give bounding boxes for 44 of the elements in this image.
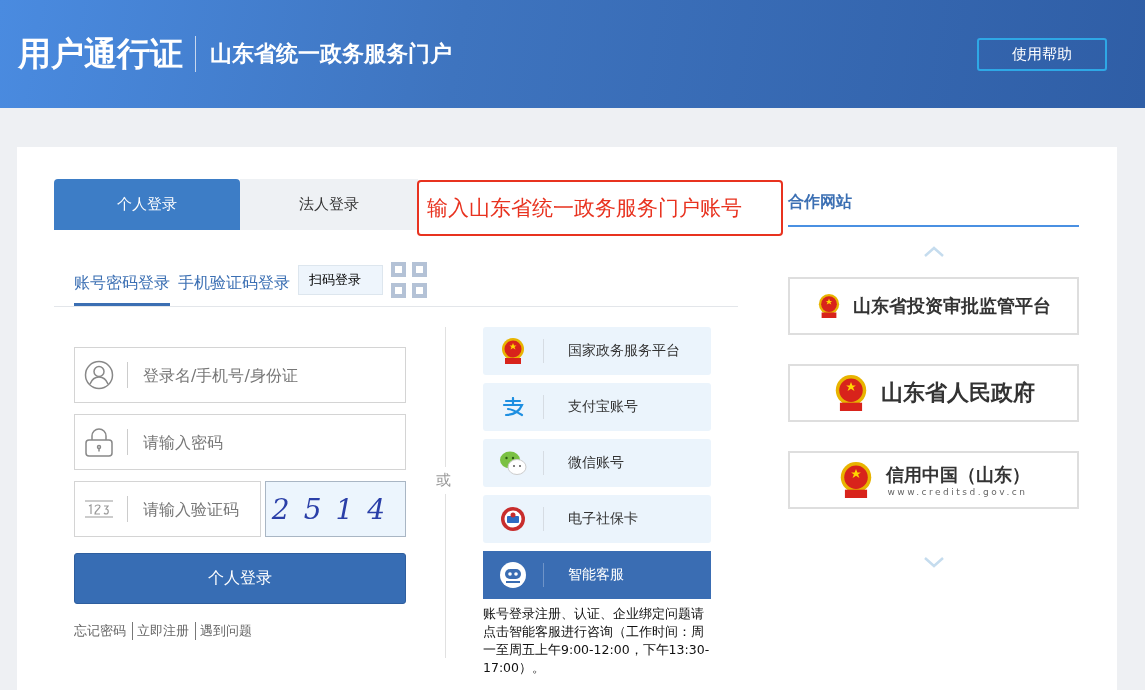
partner-site-link[interactable]: 信用中国（山东） www.creditsd.gov.cn	[788, 451, 1079, 509]
partner-name: 山东省投资审批监管平台	[852, 294, 1051, 318]
emblem-icon	[816, 292, 841, 320]
partner-site-link[interactable]: 山东省人民政府	[788, 364, 1079, 422]
text-link[interactable]: 立即注册	[132, 622, 189, 640]
chevron-up-icon[interactable]	[923, 246, 944, 257]
user-icon	[84, 360, 114, 390]
method-tab[interactable]: 账号密码登录	[74, 264, 170, 306]
number-code-icon	[84, 498, 114, 520]
qr-code-icon[interactable]	[391, 262, 427, 298]
chevron-down-icon[interactable]	[923, 557, 944, 568]
wechat-icon	[499, 450, 527, 476]
lock-icon	[84, 427, 114, 457]
input-field[interactable]: 登录名/手机号/身份证	[74, 347, 406, 403]
login-button[interactable]: 个人登录	[74, 553, 406, 604]
third-party-login-button[interactable]: 电子社保卡	[483, 495, 711, 543]
header-subtitle: 山东省统一政务服务门户	[210, 40, 452, 68]
or-label: 或	[436, 467, 451, 494]
third-party-login-button[interactable]: 支付宝账号	[483, 383, 711, 431]
third-party-login-button[interactable]: 国家政务服务平台	[483, 327, 711, 375]
help-button[interactable]: 使用帮助	[977, 37, 1107, 71]
partner-name: 信用中国（山东）	[885, 463, 1030, 487]
header-title: 用户通行证	[18, 36, 196, 72]
input-field[interactable]: 请输入密码	[74, 414, 406, 470]
partner-name: 山东省人民政府	[880, 379, 1035, 407]
third-party-login-button[interactable]: 智能客服	[483, 551, 711, 599]
qr-login-button[interactable]: 扫码登录	[298, 265, 383, 295]
partners-heading: 合作网站	[788, 191, 852, 213]
partner-site-link[interactable]: 山东省投资审批监管平台	[788, 277, 1079, 335]
robot-icon	[499, 561, 527, 589]
social-card-icon	[500, 506, 526, 532]
third-party-login-button[interactable]: 微信账号	[483, 439, 711, 487]
text-link[interactable]: 遇到问题	[195, 622, 252, 640]
captcha-image[interactable]: 2514	[265, 481, 406, 537]
text-link[interactable]: 忘记密码	[74, 622, 126, 640]
emblem-icon	[500, 337, 526, 365]
service-note: 账号登录注册、认证、企业绑定问题请点击智能客服进行咨询（工作时间：周一至周五上午9:00-12:00，下午13:30-17:00）。	[483, 605, 711, 678]
partner-url: www.creditsd.gov.cn	[887, 487, 1028, 497]
callout-annotation: 输入山东省统一政务服务门户账号	[417, 180, 783, 236]
login-tab[interactable]: 法人登录	[240, 179, 418, 230]
login-tab[interactable]: 个人登录	[54, 179, 240, 230]
input-field[interactable]: 请输入验证码	[74, 481, 261, 537]
method-tab[interactable]: 手机验证码登录	[178, 264, 290, 306]
alipay-icon	[500, 397, 526, 417]
